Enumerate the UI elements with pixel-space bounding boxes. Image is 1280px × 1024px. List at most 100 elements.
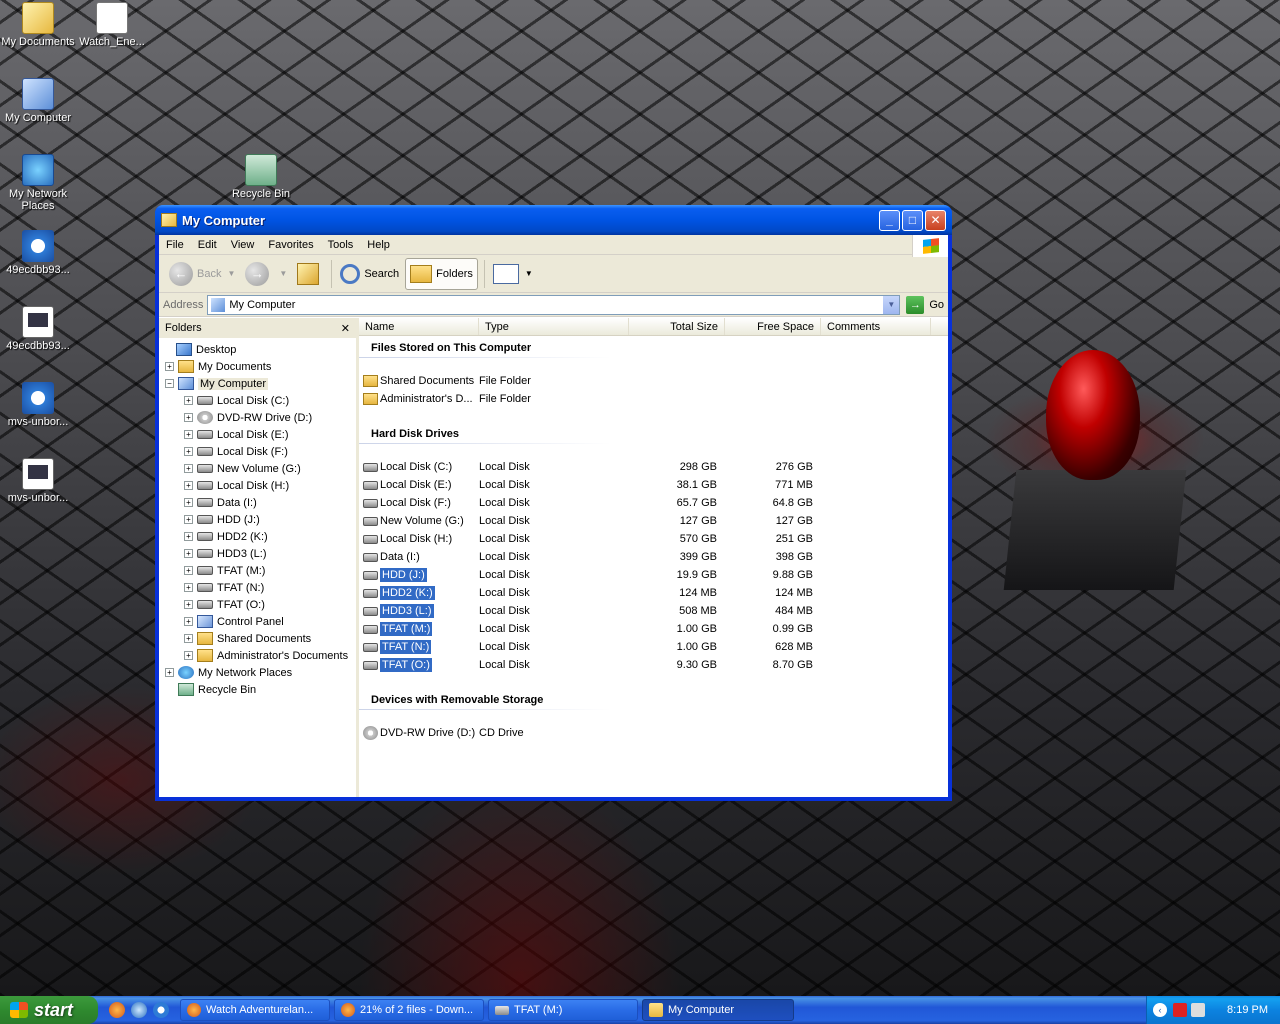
taskbar-button[interactable]: My Computer [642, 999, 794, 1021]
expand-icon[interactable]: + [184, 583, 193, 592]
menu-view[interactable]: View [224, 239, 262, 251]
list-item[interactable]: Shared Documents File Folder [359, 372, 948, 390]
tree-item-my-documents[interactable]: + My Documents [159, 358, 356, 375]
tree-item[interactable]: + TFAT (N:) [159, 579, 356, 596]
forward-button[interactable]: → ▼ [241, 258, 291, 290]
address-field[interactable]: My Computer ▼ [207, 294, 901, 315]
desktop-icon[interactable]: My Documents [0, 2, 76, 48]
tree-item-desktop[interactable]: Desktop [159, 341, 356, 358]
internet-explorer-icon[interactable] [131, 1002, 147, 1018]
views-dropdown-icon[interactable]: ▼ [525, 269, 533, 278]
expand-icon[interactable]: + [165, 362, 174, 371]
expand-icon[interactable]: + [165, 668, 174, 677]
search-button[interactable]: Search [336, 258, 403, 290]
forward-dropdown-icon[interactable]: ▼ [279, 269, 287, 278]
taskbar-button[interactable]: 21% of 2 files - Down... [334, 999, 484, 1021]
expand-icon[interactable]: + [184, 430, 193, 439]
desktop-icon[interactable]: 49ecdbb93... [0, 230, 76, 276]
list-item[interactable]: Administrator's D... File Folder [359, 390, 948, 408]
list-item[interactable]: HDD (J:) Local Disk 19.9 GB 9.88 GB [359, 566, 948, 584]
tree-item[interactable]: + HDD2 (K:) [159, 528, 356, 545]
expand-icon[interactable]: + [184, 413, 193, 422]
minimize-button[interactable]: _ [879, 209, 900, 231]
tree-item[interactable]: + Administrator's Documents [159, 647, 356, 664]
collapse-icon[interactable]: − [165, 379, 174, 388]
menu-favorites[interactable]: Favorites [261, 239, 320, 251]
menu-tools[interactable]: Tools [321, 239, 361, 251]
list-item[interactable]: DVD-RW Drive (D:) CD Drive [359, 724, 948, 742]
up-button[interactable] [293, 258, 325, 290]
close-pane-button[interactable]: ✕ [341, 322, 350, 335]
menu-file[interactable]: File [159, 239, 191, 251]
tree-item[interactable]: + HDD3 (L:) [159, 545, 356, 562]
list-item[interactable]: TFAT (N:) Local Disk 1.00 GB 628 MB [359, 638, 948, 656]
desktop-icon[interactable]: My Network Places [0, 154, 76, 212]
title-bar[interactable]: My Computer _ □ ✕ [155, 205, 952, 235]
menu-edit[interactable]: Edit [191, 239, 224, 251]
clock[interactable]: 8:19 PM [1227, 1004, 1268, 1016]
expand-icon[interactable]: + [184, 566, 193, 575]
column-free-space[interactable]: Free Space [725, 318, 821, 335]
tree-item[interactable]: + DVD-RW Drive (D:) [159, 409, 356, 426]
list-item[interactable]: Local Disk (E:) Local Disk 38.1 GB 771 MB [359, 476, 948, 494]
back-dropdown-icon[interactable]: ▼ [227, 269, 235, 278]
expand-icon[interactable]: + [184, 549, 193, 558]
expand-icon[interactable]: + [184, 532, 193, 541]
desktop-icon[interactable]: mvs-unbor... [0, 382, 76, 428]
tree-item[interactable]: + New Volume (G:) [159, 460, 356, 477]
column-name[interactable]: Name [359, 318, 479, 335]
desktop-icon[interactable]: Watch_Ene... [74, 2, 150, 48]
tree-item[interactable]: + TFAT (O:) [159, 596, 356, 613]
media-player-icon[interactable] [153, 1002, 169, 1018]
expand-icon[interactable]: + [184, 498, 193, 507]
expand-icon[interactable]: + [184, 481, 193, 490]
tree-item[interactable]: + TFAT (M:) [159, 562, 356, 579]
tree-item[interactable]: + HDD (J:) [159, 511, 356, 528]
tree-item[interactable]: + Shared Documents [159, 630, 356, 647]
tree-item[interactable]: + Local Disk (H:) [159, 477, 356, 494]
expand-icon[interactable]: + [184, 600, 193, 609]
list-item[interactable]: TFAT (O:) Local Disk 9.30 GB 8.70 GB [359, 656, 948, 674]
tree-item-my-computer[interactable]: − My Computer [159, 375, 356, 392]
list-item[interactable]: Local Disk (C:) Local Disk 298 GB 276 GB [359, 458, 948, 476]
expand-icon[interactable]: + [184, 396, 193, 405]
tree-item[interactable]: + Local Disk (F:) [159, 443, 356, 460]
column-total-size[interactable]: Total Size [629, 318, 725, 335]
tree-item-recycle-bin[interactable]: Recycle Bin [159, 681, 356, 698]
tree-item-network-places[interactable]: + My Network Places [159, 664, 356, 681]
folders-button[interactable]: Folders [405, 257, 478, 290]
tree-item[interactable]: + Local Disk (C:) [159, 392, 356, 409]
maximize-button[interactable]: □ [902, 209, 923, 231]
close-button[interactable]: ✕ [925, 209, 946, 231]
start-button[interactable]: start [0, 996, 98, 1024]
list-item[interactable]: TFAT (M:) Local Disk 1.00 GB 0.99 GB [359, 620, 948, 638]
expand-icon[interactable]: + [184, 515, 193, 524]
desktop-icon[interactable]: Recycle Bin [223, 154, 299, 200]
list-item[interactable]: HDD2 (K:) Local Disk 124 MB 124 MB [359, 584, 948, 602]
taskbar-button[interactable]: Watch Adventurelan... [180, 999, 330, 1021]
expand-icon[interactable]: + [184, 447, 193, 456]
firefox-icon[interactable] [109, 1002, 125, 1018]
views-button[interactable]: ▼ [489, 258, 537, 290]
tree-item[interactable]: + Control Panel [159, 613, 356, 630]
go-button[interactable]: → Go [906, 295, 944, 314]
list-item[interactable]: Local Disk (H:) Local Disk 570 GB 251 GB [359, 530, 948, 548]
list-item[interactable]: HDD3 (L:) Local Disk 508 MB 484 MB [359, 602, 948, 620]
desktop-icon[interactable]: 49ecdbb93... [0, 306, 76, 352]
list-item[interactable]: New Volume (G:) Local Disk 127 GB 127 GB [359, 512, 948, 530]
tree-item[interactable]: + Data (I:) [159, 494, 356, 511]
list-item[interactable]: Local Disk (F:) Local Disk 65.7 GB 64.8 GB [359, 494, 948, 512]
expand-icon[interactable]: + [184, 634, 193, 643]
tree-item[interactable]: + Local Disk (E:) [159, 426, 356, 443]
show-hidden-icons-icon[interactable]: ‹ [1153, 1003, 1167, 1017]
menu-help[interactable]: Help [360, 239, 397, 251]
network-tray-icon[interactable] [1191, 1003, 1205, 1017]
taskbar-button[interactable]: TFAT (M:) [488, 999, 638, 1021]
back-button[interactable]: ← Back ▼ [165, 258, 239, 290]
ati-icon[interactable] [1173, 1003, 1187, 1017]
column-type[interactable]: Type [479, 318, 629, 335]
list-item[interactable]: Data (I:) Local Disk 399 GB 398 GB [359, 548, 948, 566]
column-comments[interactable]: Comments [821, 318, 931, 335]
expand-icon[interactable]: + [184, 464, 193, 473]
expand-icon[interactable]: + [184, 651, 193, 660]
